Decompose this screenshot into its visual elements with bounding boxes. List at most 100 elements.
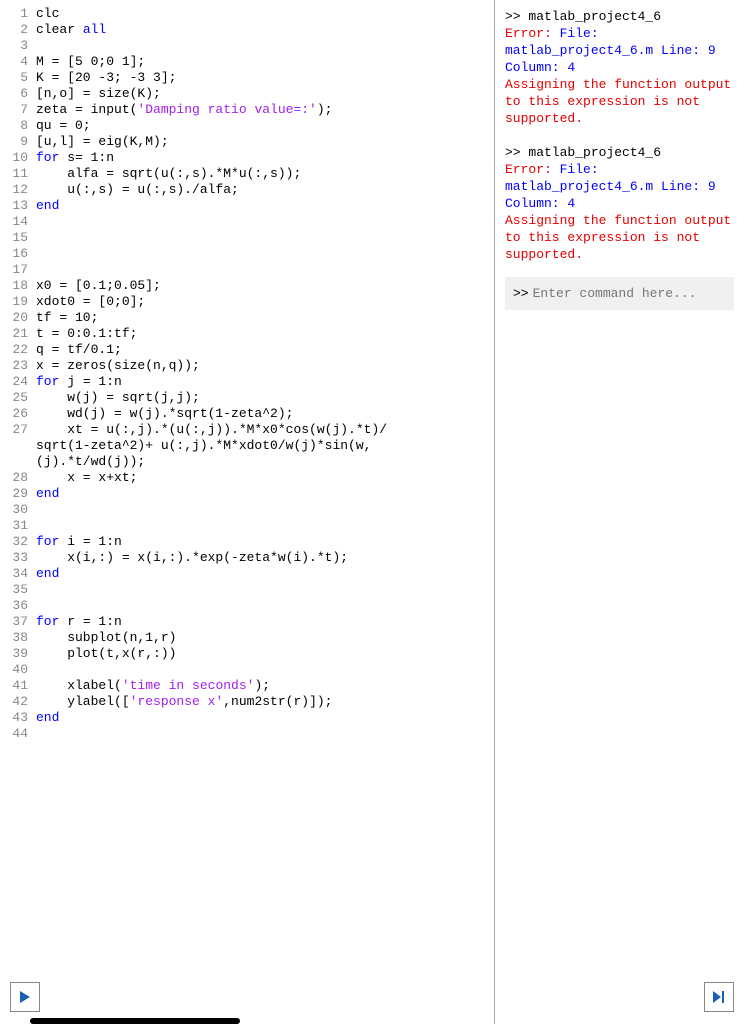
- line-number: 24: [0, 374, 28, 390]
- code-line[interactable]: x = zeros(size(n,q));: [36, 358, 494, 374]
- code-line[interactable]: [36, 582, 494, 598]
- app-root: 1234567891011121314151617181920212223242…: [0, 0, 744, 1024]
- line-number: 20: [0, 310, 28, 326]
- code-line[interactable]: xt = u(:,j).*(u(:,j)).*M*x0*cos(w(j).*t)…: [36, 422, 494, 438]
- code-line[interactable]: clear all: [36, 22, 494, 38]
- code-line[interactable]: [36, 502, 494, 518]
- code-line[interactable]: u(:,s) = u(:,s)./alfa;: [36, 182, 494, 198]
- editor-pane: 1234567891011121314151617181920212223242…: [0, 0, 495, 1024]
- code-line[interactable]: tf = 10;: [36, 310, 494, 326]
- line-number: 19: [0, 294, 28, 310]
- code-line[interactable]: t = 0:0.1:tf;: [36, 326, 494, 342]
- line-number: 21: [0, 326, 28, 342]
- command-input[interactable]: >> Enter command here...: [505, 277, 734, 310]
- line-number: 26: [0, 406, 28, 422]
- code-line[interactable]: subplot(n,1,r): [36, 630, 494, 646]
- play-icon: [19, 990, 31, 1004]
- line-number: 42: [0, 694, 28, 710]
- code-line[interactable]: M = [5 0;0 1];: [36, 54, 494, 70]
- line-number: 39: [0, 646, 28, 662]
- code-line[interactable]: ylabel(['response x',num2str(r)]);: [36, 694, 494, 710]
- line-number: 30: [0, 502, 28, 518]
- code-line[interactable]: end: [36, 486, 494, 502]
- code-line[interactable]: [n,o] = size(K);: [36, 86, 494, 102]
- code-line[interactable]: [36, 518, 494, 534]
- console-pane: >> matlab_project4_6Error: File: matlab_…: [495, 0, 744, 1024]
- line-number: 10: [0, 150, 28, 166]
- code-line[interactable]: x = x+xt;: [36, 470, 494, 486]
- console-output: >> matlab_project4_6Error: File: matlab_…: [505, 8, 734, 263]
- skip-forward-icon: [712, 990, 726, 1004]
- line-number: 17: [0, 262, 28, 278]
- line-number: 23: [0, 358, 28, 374]
- code-line[interactable]: [36, 214, 494, 230]
- line-number: 8: [0, 118, 28, 134]
- line-number: 27: [0, 422, 28, 438]
- code-area[interactable]: 1234567891011121314151617181920212223242…: [0, 0, 494, 1024]
- line-number: 7: [0, 102, 28, 118]
- line-number: 13: [0, 198, 28, 214]
- code-line[interactable]: [36, 230, 494, 246]
- code-line[interactable]: xlabel('time in seconds');: [36, 678, 494, 694]
- code-line[interactable]: [36, 662, 494, 678]
- code-line[interactable]: x0 = [0.1;0.05];: [36, 278, 494, 294]
- line-number: 41: [0, 678, 28, 694]
- code-line-wrap[interactable]: sqrt(1-zeta^2)+ u(:,j).*M*xdot0/w(j)*sin…: [36, 438, 494, 454]
- code-line[interactable]: [36, 246, 494, 262]
- code-line[interactable]: K = [20 -3; -3 3];: [36, 70, 494, 86]
- code-line[interactable]: x(i,:) = x(i,:).*exp(-zeta*w(i).*t);: [36, 550, 494, 566]
- code-line[interactable]: plot(t,x(r,:)): [36, 646, 494, 662]
- bottom-indicator: [30, 1018, 240, 1024]
- code-line[interactable]: [36, 262, 494, 278]
- line-number: 38: [0, 630, 28, 646]
- line-number: 6: [0, 86, 28, 102]
- line-number: 37: [0, 614, 28, 630]
- line-number: 31: [0, 518, 28, 534]
- command-prompt: >>: [513, 285, 529, 302]
- code-line[interactable]: q = tf/0.1;: [36, 342, 494, 358]
- code-line[interactable]: [u,l] = eig(K,M);: [36, 134, 494, 150]
- line-number: 14: [0, 214, 28, 230]
- line-number: 32: [0, 534, 28, 550]
- line-number: 9: [0, 134, 28, 150]
- code-line[interactable]: end: [36, 566, 494, 582]
- code-line[interactable]: end: [36, 710, 494, 726]
- code-line[interactable]: qu = 0;: [36, 118, 494, 134]
- code-line[interactable]: for s= 1:n: [36, 150, 494, 166]
- code-line[interactable]: alfa = sqrt(u(:,s).*M*u(:,s));: [36, 166, 494, 182]
- line-number: 15: [0, 230, 28, 246]
- run-button[interactable]: [10, 982, 40, 1012]
- line-number: 25: [0, 390, 28, 406]
- code-line[interactable]: for i = 1:n: [36, 534, 494, 550]
- line-number: 3: [0, 38, 28, 54]
- code-line[interactable]: zeta = input('Damping ratio value=:');: [36, 102, 494, 118]
- code-line[interactable]: wd(j) = w(j).*sqrt(1-zeta^2);: [36, 406, 494, 422]
- code-line[interactable]: clc: [36, 6, 494, 22]
- code-line[interactable]: xdot0 = [0;0];: [36, 294, 494, 310]
- line-number: 5: [0, 70, 28, 86]
- console-block: >> matlab_project4_6Error: File: matlab_…: [505, 144, 734, 263]
- line-number: 29: [0, 486, 28, 502]
- code-line[interactable]: [36, 38, 494, 54]
- line-number: 36: [0, 598, 28, 614]
- code-line-wrap[interactable]: (j).*t/wd(j));: [36, 454, 494, 470]
- code-line[interactable]: [36, 598, 494, 614]
- command-placeholder: Enter command here...: [533, 285, 697, 302]
- line-number: 43: [0, 710, 28, 726]
- console-block: >> matlab_project4_6Error: File: matlab_…: [505, 8, 734, 127]
- code-line[interactable]: for j = 1:n: [36, 374, 494, 390]
- code-line[interactable]: for r = 1:n: [36, 614, 494, 630]
- line-number: 33: [0, 550, 28, 566]
- line-number: 34: [0, 566, 28, 582]
- line-number: 28: [0, 470, 28, 486]
- code-line[interactable]: end: [36, 198, 494, 214]
- line-number: 11: [0, 166, 28, 182]
- code-line[interactable]: w(j) = sqrt(j,j);: [36, 390, 494, 406]
- line-number: 22: [0, 342, 28, 358]
- code-line[interactable]: [36, 726, 494, 742]
- line-number: 12: [0, 182, 28, 198]
- code-content[interactable]: clcclear all M = [5 0;0 1];K = [20 -3; -…: [34, 6, 494, 1024]
- next-button[interactable]: [704, 982, 734, 1012]
- line-number-gutter: 1234567891011121314151617181920212223242…: [0, 6, 34, 1024]
- line-number: 4: [0, 54, 28, 70]
